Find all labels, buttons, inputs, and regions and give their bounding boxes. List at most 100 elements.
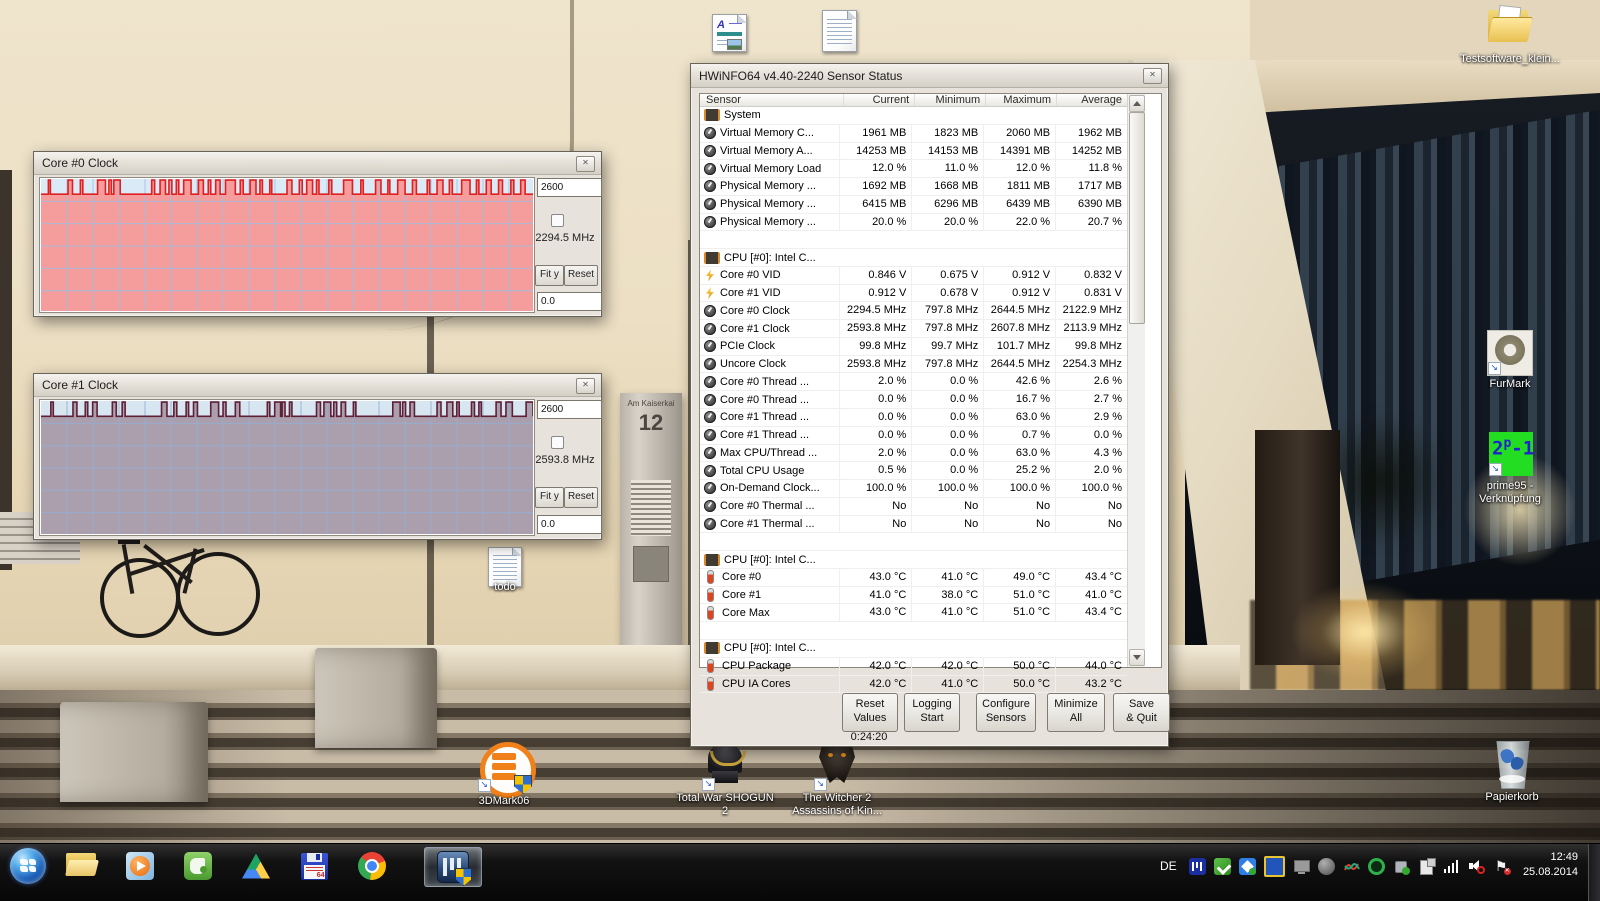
- desktop-icon-papierkorb[interactable]: [1489, 737, 1535, 789]
- sensor-value-row[interactable]: Core #0 Clock 2294.5 MHz 797.8 MHz 2644.5 M…: [700, 302, 1127, 321]
- minimize-all-button[interactable]: Minimize All: [1047, 693, 1105, 732]
- coretemp-tray-icon[interactable]: [1367, 857, 1385, 875]
- sensor-value-row[interactable]: Core #0 Thread ... 2.0 % 0.0 % 42.6 % 2.6 %: [700, 373, 1127, 392]
- show-desktop-button[interactable]: [1588, 844, 1600, 901]
- table-scrollbar[interactable]: [1127, 94, 1145, 667]
- close-icon[interactable]: ✕: [1143, 68, 1162, 84]
- sensor-value-row[interactable]: Virtual Memory A... 14253 MB 14153 MB 14391…: [700, 142, 1127, 161]
- sensor-value-row[interactable]: Virtual Memory Load 12.0 % 11.0 % 12.0 % 11.…: [700, 160, 1127, 179]
- todo-label[interactable]: todo: [470, 581, 540, 594]
- sensor-value-row[interactable]: Core #1 VID 0.912 V 0.678 V 0.912 V 0.831 V: [700, 284, 1127, 303]
- sensor-section-row[interactable]: System: [700, 107, 1127, 125]
- sensor-value-row[interactable]: Core #0 Thermal ... No No No No: [700, 497, 1127, 516]
- taskbar-mediaplayer-button[interactable]: [118, 847, 162, 885]
- taskbar-hwinfo-active-button[interactable]: [424, 847, 482, 887]
- sensor-value-row[interactable]: Uncore Clock 2593.8 MHz 797.8 MHz 2644.5 MH…: [700, 355, 1127, 374]
- core0-clock-titlebar[interactable]: Core #0 Clock: [34, 152, 601, 175]
- taskbar-evernote-button[interactable]: [176, 847, 220, 885]
- sensor-section-row[interactable]: CPU [#0]: Intel C...: [700, 640, 1127, 658]
- core1-fit-y-button[interactable]: Fit y: [535, 487, 564, 508]
- column-header-current[interactable]: Current: [844, 94, 916, 106]
- core1-clock-titlebar[interactable]: Core #1 Clock: [34, 374, 601, 397]
- core0-ymin-input[interactable]: [537, 292, 602, 311]
- taskbar-explorer-button[interactable]: [60, 847, 104, 885]
- desktop-icon-testsoftware-folder[interactable]: [1487, 4, 1533, 50]
- sensor-value-row[interactable]: Core #1 41.0 °C 38.0 °C 51.0 °C 41.0 °C: [700, 586, 1127, 605]
- sensor-value-row[interactable]: On-Demand Clock... 100.0 % 100.0 % 100.0 % 1…: [700, 480, 1127, 498]
- taskbar-chrome-button[interactable]: [350, 847, 394, 885]
- sensor-section-row[interactable]: CPU [#0]: Intel C...: [700, 249, 1127, 267]
- 3dmark06-label[interactable]: 3DMark06: [454, 795, 554, 808]
- desktop-icon-document[interactable]: A: [712, 14, 747, 52]
- volume-muted-tray-icon[interactable]: [1468, 858, 1485, 875]
- usb-eject-tray-icon[interactable]: [1393, 858, 1410, 875]
- sensor-value-row[interactable]: CPU IA Cores 42.0 °C 41.0 °C 50.0 °C 43.2 °C: [700, 675, 1127, 694]
- column-header-average[interactable]: Average: [1057, 94, 1127, 106]
- sensor-value-row[interactable]: PCIe Clock 99.8 MHz 99.7 MHz 101.7 MHz 99.8 …: [700, 337, 1127, 356]
- close-icon[interactable]: ✕: [576, 156, 595, 172]
- logging-start-button[interactable]: Logging Start: [904, 693, 960, 732]
- close-icon[interactable]: ✕: [576, 378, 595, 394]
- desktop-icon-witcher2[interactable]: [814, 741, 860, 791]
- sensor-value-row[interactable]: Core #1 Clock 2593.8 MHz 797.8 MHz 2607.8 M…: [700, 320, 1127, 338]
- reset-values-button[interactable]: Reset Values: [842, 693, 898, 732]
- scrollbar-thumb[interactable]: [1129, 112, 1145, 324]
- sensor-value-row[interactable]: Core #0 43.0 °C 41.0 °C 49.0 °C 43.4 °C: [700, 568, 1127, 587]
- sensor-value-row[interactable]: Total CPU Usage 0.5 % 0.0 % 25.2 % 2.0 %: [700, 462, 1127, 481]
- desktop-icon-furmark[interactable]: [1487, 330, 1533, 376]
- column-header-minimum[interactable]: Minimum: [915, 94, 987, 106]
- core1-checkbox[interactable]: [551, 436, 564, 449]
- sensor-value-row[interactable]: CPU Package 42.0 °C 42.0 °C 50.0 °C 44.0 °C: [700, 657, 1127, 676]
- sensor-value-row[interactable]: Core #1 Thermal ... No No No No: [700, 515, 1127, 534]
- sensor-value-row[interactable]: Core #0 VID 0.846 V 0.675 V 0.912 V 0.832 V: [700, 266, 1127, 285]
- core0-fit-y-button[interactable]: Fit y: [535, 265, 564, 286]
- taskbar-googledrive-button[interactable]: [234, 847, 278, 885]
- prime95-label[interactable]: prime95 - Verknüpfung: [1440, 480, 1580, 506]
- desktop-icon-shogun2[interactable]: [702, 741, 748, 791]
- shogun2-label[interactable]: Total War SHOGUN 2: [660, 792, 790, 818]
- sensor-value-row[interactable]: Core Max 43.0 °C 41.0 °C 51.0 °C 43.4 °C: [700, 604, 1127, 623]
- dropbox-tray-icon[interactable]: [1238, 857, 1256, 875]
- sensor-value-row[interactable]: Physical Memory ... 6415 MB 6296 MB 6439 MB…: [700, 195, 1127, 214]
- sensor-value-row[interactable]: Physical Memory ... 20.0 % 20.0 % 22.0 % 20.…: [700, 213, 1127, 232]
- start-button[interactable]: [6, 847, 50, 885]
- taskbar-hwinfo-launcher-button[interactable]: 64: [292, 847, 336, 885]
- speedfan-tray-icon[interactable]: [1343, 858, 1360, 875]
- column-header-maximum[interactable]: Maximum: [986, 94, 1058, 106]
- sensor-value-row[interactable]: Core #0 Thread ... 0.0 % 0.0 % 16.7 % 2.7 %: [700, 391, 1127, 410]
- save-quit-button[interactable]: Save & Quit: [1113, 693, 1170, 732]
- core0-ymax-input[interactable]: [537, 178, 602, 197]
- scroll-down-icon[interactable]: [1129, 649, 1145, 666]
- language-indicator[interactable]: DE: [1160, 859, 1177, 873]
- hwinfo-titlebar[interactable]: HWiNFO64 v4.40-2240 Sensor Status: [691, 64, 1168, 88]
- configure-sensors-button[interactable]: Configure Sensors: [976, 693, 1036, 732]
- sensor-value-row[interactable]: Physical Memory ... 1692 MB 1668 MB 1811 MB…: [700, 178, 1127, 196]
- sensor-value-row[interactable]: Virtual Memory C... 1961 MB 1823 MB 2060 MB…: [700, 124, 1127, 143]
- core1-ymin-input[interactable]: [537, 515, 602, 534]
- core0-reset-button[interactable]: Reset: [564, 265, 598, 286]
- network-tray-icon[interactable]: [1443, 858, 1460, 875]
- core0-checkbox[interactable]: [551, 214, 564, 227]
- updater-tray-icon[interactable]: [1213, 857, 1232, 875]
- tvtool-tray-icon[interactable]: [1263, 855, 1285, 877]
- column-header-sensor[interactable]: Sensor: [700, 94, 845, 106]
- hwinfo-tray-icon[interactable]: [1188, 857, 1206, 875]
- witcher2-label[interactable]: The Witcher 2 Assassins of Kin...: [772, 792, 902, 818]
- sensor-value-row[interactable]: Core #1 Thread ... 0.0 % 0.0 % 0.7 % 0.0 %: [700, 426, 1127, 445]
- furmark-label[interactable]: FurMark: [1440, 378, 1580, 391]
- sensor-value-row[interactable]: Core #1 Thread ... 0.0 % 0.0 % 63.0 % 2.9 %: [700, 409, 1127, 427]
- papierkorb-label[interactable]: Papierkorb: [1442, 791, 1582, 804]
- sensor-section-row[interactable]: CPU [#0]: Intel C...: [700, 551, 1127, 569]
- clipboard-tray-icon[interactable]: [1418, 857, 1436, 875]
- desktop-icon-textfile[interactable]: [822, 10, 857, 52]
- scroll-up-icon[interactable]: [1129, 95, 1145, 112]
- testsoftware-label[interactable]: Testsoftware_klein...: [1425, 53, 1595, 66]
- sensor-value-row[interactable]: Max CPU/Thread ... 2.0 % 0.0 % 63.0 % 4.3 %: [700, 444, 1127, 463]
- cpu-ball-tray-icon[interactable]: [1317, 857, 1335, 875]
- core1-ymax-input[interactable]: [537, 400, 602, 419]
- taskbar-clock[interactable]: 12:49 25.08.2014: [1492, 850, 1578, 880]
- desktop-icon-3dmark06[interactable]: [478, 740, 536, 798]
- desktop-icon-prime95[interactable]: 2p-1: [1489, 432, 1534, 476]
- display-tray-icon[interactable]: [1293, 858, 1310, 875]
- core1-reset-button[interactable]: Reset: [564, 487, 598, 508]
